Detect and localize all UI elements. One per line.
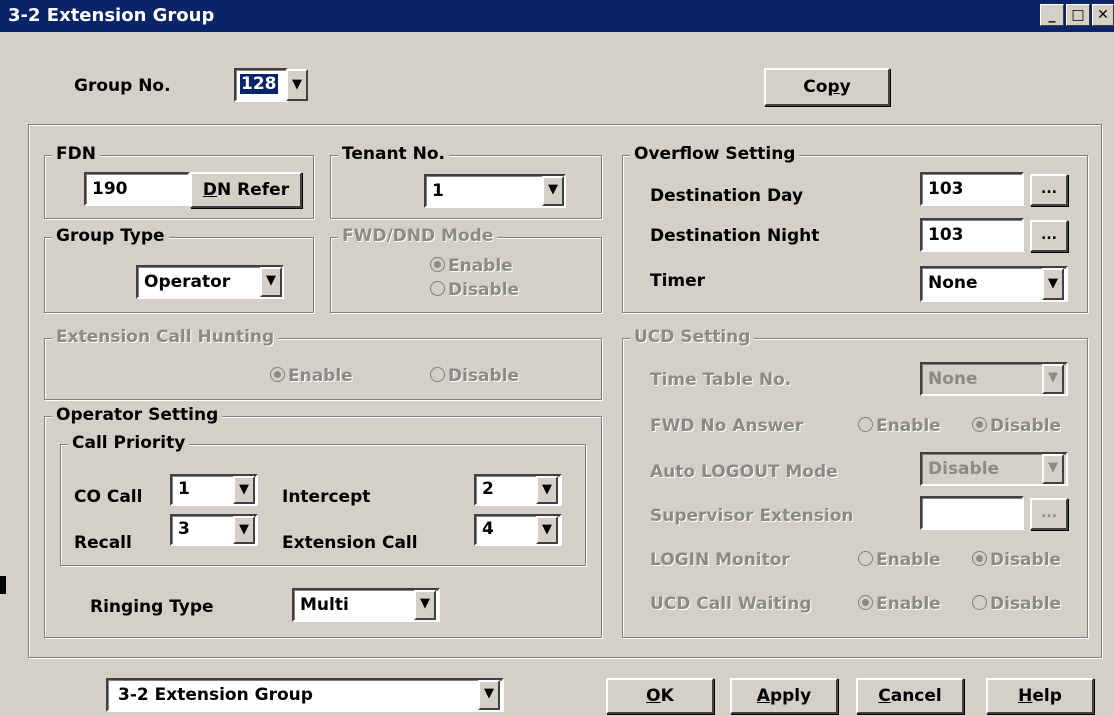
destination-night-browse-button[interactable]: ... bbox=[1030, 220, 1068, 252]
title-bar: 3-2 Extension Group bbox=[0, 0, 1114, 32]
destination-day-label: Destination Day bbox=[650, 186, 804, 206]
ringing-type-label: Ringing Type bbox=[90, 597, 214, 617]
fwd-no-answer-label: FWD No Answer bbox=[650, 416, 804, 436]
tenant-value: 1 bbox=[432, 181, 444, 201]
tenant-title: Tenant No. bbox=[338, 144, 449, 164]
supervisor-extension-input[interactable] bbox=[920, 496, 1024, 530]
call-waiting-disable-radio[interactable]: Disable bbox=[972, 594, 1061, 614]
destination-night-label: Destination Night bbox=[650, 226, 820, 246]
ok-button[interactable]: OK bbox=[606, 678, 714, 714]
radio-icon bbox=[972, 595, 987, 610]
extension-call-label: Extension Call bbox=[282, 533, 418, 553]
destination-day-input[interactable]: 103 bbox=[920, 172, 1024, 206]
close-icon[interactable]: ✕ bbox=[1092, 4, 1114, 26]
destination-day-browse-button[interactable]: ... bbox=[1030, 174, 1068, 206]
call-waiting-enable-radio[interactable]: Enable bbox=[858, 594, 941, 614]
group-no-value: 128 bbox=[240, 74, 278, 94]
radio-icon bbox=[430, 367, 445, 382]
chevron-down-icon[interactable]: ▼ bbox=[233, 476, 255, 504]
login-monitor-disable-radio[interactable]: Disable bbox=[972, 550, 1061, 570]
chevron-down-icon[interactable]: ▼ bbox=[536, 476, 558, 504]
fwd-no-answer-disable-radio[interactable]: Disable bbox=[972, 416, 1061, 436]
chevron-down-icon[interactable]: ▼ bbox=[542, 176, 564, 206]
chevron-down-icon[interactable]: ▼ bbox=[260, 267, 282, 297]
call-priority-title: Call Priority bbox=[68, 433, 190, 453]
radio-selected-icon bbox=[972, 551, 987, 566]
maximize-icon[interactable]: □ bbox=[1066, 4, 1090, 26]
co-call-label: CO Call bbox=[74, 487, 143, 507]
hunting-enable-radio[interactable]: Enable bbox=[270, 366, 353, 386]
page-select[interactable]: 3-2 Extension Group bbox=[106, 678, 504, 712]
supervisor-browse-button[interactable]: ... bbox=[1030, 498, 1068, 530]
radio-selected-icon bbox=[858, 595, 873, 610]
fwd-dnd-title: FWD/DND Mode bbox=[338, 226, 498, 246]
timer-label: Timer bbox=[650, 271, 706, 291]
radio-selected-icon bbox=[270, 367, 285, 382]
destination-night-input[interactable]: 103 bbox=[920, 218, 1024, 252]
fdn-title: FDN bbox=[52, 144, 100, 164]
chevron-down-icon[interactable]: ▼ bbox=[1042, 364, 1064, 394]
minimize-icon[interactable]: _ bbox=[1040, 4, 1064, 26]
ucd-call-waiting-label: UCD Call Waiting bbox=[650, 594, 812, 614]
radio-selected-icon bbox=[972, 417, 987, 432]
group-no-select[interactable]: 128 bbox=[234, 68, 288, 102]
hunting-title: Extension Call Hunting bbox=[52, 327, 279, 347]
recall-label: Recall bbox=[74, 533, 132, 553]
chevron-down-icon[interactable]: ▼ bbox=[478, 680, 500, 710]
fwd-no-answer-enable-radio[interactable]: Enable bbox=[858, 416, 941, 436]
group-type-title: Group Type bbox=[52, 226, 169, 246]
chevron-down-icon[interactable]: ▼ bbox=[536, 516, 558, 544]
window-title: 3-2 Extension Group bbox=[8, 5, 215, 26]
ucd-title: UCD Setting bbox=[630, 327, 755, 347]
fwd-dnd-enable-radio[interactable]: Enable bbox=[430, 256, 513, 276]
auto-logout-label: Auto LOGOUT Mode bbox=[650, 462, 838, 482]
radio-icon bbox=[858, 417, 873, 432]
intercept-label: Intercept bbox=[282, 487, 371, 507]
group-type-value: Operator bbox=[144, 272, 231, 292]
edge-marker bbox=[0, 576, 6, 594]
radio-selected-icon bbox=[430, 257, 445, 272]
dn-refer-button[interactable]: DN Refer bbox=[190, 172, 302, 208]
apply-button[interactable]: Apply bbox=[730, 678, 838, 714]
help-button[interactable]: Help bbox=[986, 678, 1094, 714]
copy-button[interactable]: Copy bbox=[764, 68, 890, 106]
chevron-down-icon[interactable]: ▼ bbox=[1042, 454, 1064, 484]
chevron-down-icon[interactable]: ▼ bbox=[1042, 268, 1064, 300]
overflow-title: Overflow Setting bbox=[630, 144, 800, 164]
radio-icon bbox=[858, 551, 873, 566]
group-no-label: Group No. bbox=[74, 76, 171, 96]
hunting-disable-radio[interactable]: Disable bbox=[430, 366, 519, 386]
login-monitor-enable-radio[interactable]: Enable bbox=[858, 550, 941, 570]
chevron-down-icon[interactable]: ▼ bbox=[233, 516, 255, 544]
radio-icon bbox=[430, 281, 445, 296]
fdn-input[interactable]: 190 bbox=[84, 172, 190, 206]
cancel-button[interactable]: Cancel bbox=[856, 678, 964, 714]
chevron-down-icon[interactable]: ▼ bbox=[414, 590, 436, 620]
supervisor-extension-label: Supervisor Extension bbox=[650, 506, 854, 526]
operator-title: Operator Setting bbox=[52, 405, 223, 425]
login-monitor-label: LOGIN Monitor bbox=[650, 550, 790, 570]
fwd-dnd-disable-radio[interactable]: Disable bbox=[430, 280, 519, 300]
chevron-down-icon[interactable]: ▼ bbox=[286, 69, 308, 101]
time-table-label: Time Table No. bbox=[650, 370, 792, 390]
